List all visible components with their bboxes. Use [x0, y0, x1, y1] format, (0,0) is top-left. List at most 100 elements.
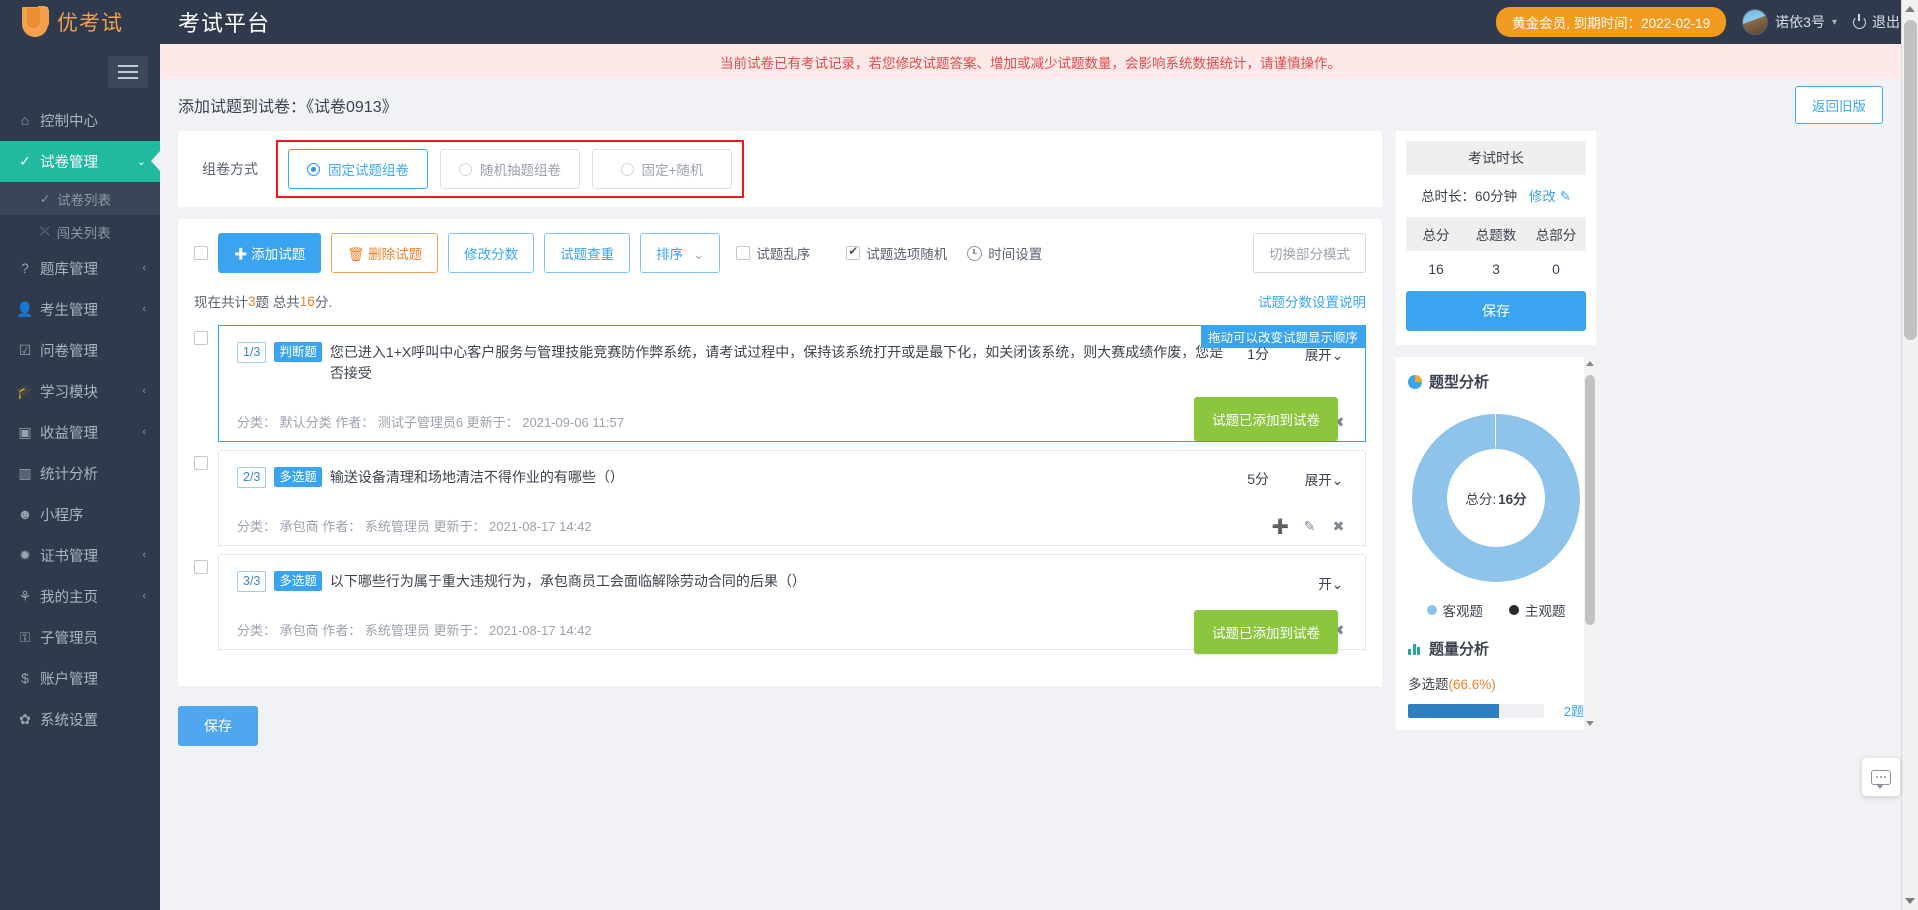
score-help-link[interactable]: 试题分数设置说明	[1258, 291, 1366, 311]
user-icon: 👤	[16, 300, 34, 317]
sidebar-item-label: 账户管理	[40, 671, 98, 688]
exam-duration-panel: 考试时长 总时长：60分钟 修改 ✎ 总分 总题数 总部分 16 3 0 保存	[1396, 131, 1596, 345]
edit-question-icon[interactable]: ✎	[1301, 518, 1318, 535]
radio-icon	[459, 162, 472, 176]
quantity-bar-count[interactable]: 2题	[1554, 701, 1584, 720]
vip-badge[interactable]: 黄金会员, 到期时间：2022-02-19	[1496, 7, 1727, 37]
logout-button[interactable]: 退出	[1853, 12, 1900, 32]
edit-duration-label: 修改	[1528, 189, 1556, 204]
paper-mode-highlight-box: 固定试题组卷 随机抽题组卷 固定+随机	[276, 140, 744, 198]
question-score: 5分	[1247, 471, 1269, 487]
sidebar-item-6[interactable]: ▣ 收益管理 ‹	[0, 412, 160, 453]
question-type-analysis-title: 题型分析	[1408, 371, 1584, 392]
sidebar-item-10[interactable]: ⚘ 我的主页 ‹	[0, 576, 160, 617]
remove-question-icon[interactable]: ✖	[1330, 518, 1347, 535]
shuffle-options-checkbox[interactable]	[846, 244, 861, 260]
sidebar-item-3[interactable]: 👤 考生管理 ‹	[0, 289, 160, 330]
certificate-icon: ✹	[19, 546, 31, 563]
sidebar-item-0[interactable]: ⌂ 控制中心	[0, 100, 160, 141]
question-expand-toggle[interactable]: 开⌄	[1318, 573, 1343, 593]
plus-icon: ✚	[234, 247, 248, 262]
add-to-paper-icon[interactable]: ➕	[1272, 518, 1289, 535]
check-circle-small-icon: ✓	[40, 191, 51, 206]
edit-duration-link[interactable]: 修改 ✎	[1529, 189, 1571, 204]
chevron-icon: ‹	[142, 426, 146, 438]
check-duplicate-button[interactable]: 试题查重	[544, 233, 631, 273]
mode-option-fixed[interactable]: 固定试题组卷	[288, 149, 428, 189]
select-all-checkbox[interactable]	[194, 246, 208, 260]
legend-item-subjective[interactable]: 主观题	[1509, 600, 1566, 620]
sidebar-item-label: 小程序	[40, 507, 84, 524]
add-question-button[interactable]: ✚ 添加试题	[218, 233, 322, 273]
sidebar-item-1[interactable]: ✓ 试卷管理 ⌄	[0, 141, 160, 182]
sidebar-item-7[interactable]: ▥ 统计分析	[0, 453, 160, 494]
bottom-save-button[interactable]: 保存	[178, 706, 258, 746]
sidebar-item-9[interactable]: ✹ 证书管理 ‹	[0, 535, 160, 576]
scroll-down-arrow-icon[interactable]	[1905, 898, 1915, 904]
mode-option-random[interactable]: 随机抽题组卷	[440, 149, 580, 189]
sidebar-item-8[interactable]: ☻ 小程序	[0, 494, 160, 535]
sidebar-subitem-0[interactable]: ✓ 试卷列表	[0, 182, 160, 215]
delete-question-button[interactable]: 🗑 删除试题	[331, 233, 439, 273]
time-settings-option[interactable]: 时间设置	[967, 243, 1042, 263]
summary-score: 16	[299, 293, 315, 309]
user-menu[interactable]: 诺依3号 ▾	[1742, 9, 1837, 35]
panel-scroll-thumb[interactable]	[1585, 375, 1595, 625]
sidebar-subitem-1[interactable]: ⤫ 闯关列表	[0, 215, 160, 248]
switch-part-mode-button[interactable]: 切换部分模式	[1253, 233, 1366, 273]
question-checkbox[interactable]	[194, 560, 208, 574]
chat-support-button[interactable]	[1862, 758, 1900, 796]
chevron-down-icon: ⌄	[1331, 473, 1343, 488]
panel-scrollbar[interactable]	[1584, 357, 1596, 730]
shuffle-questions-label: 试题乱序	[756, 247, 811, 262]
sidebar-item-11[interactable]: ⚿ 子管理员	[0, 617, 160, 658]
add-question-label: 添加试题	[251, 247, 306, 262]
page-scrollbar[interactable]	[1901, 0, 1918, 910]
sidebar-item-13[interactable]: ✿ 系统设置	[0, 699, 160, 740]
question-index: 1/3	[237, 342, 267, 363]
mode-option-mixed[interactable]: 固定+随机	[592, 149, 732, 189]
check-circle-icon: ✓	[19, 152, 31, 169]
panel-save-button[interactable]: 保存	[1406, 291, 1586, 331]
sidebar-item-label: 收益管理	[40, 425, 98, 442]
scroll-up-arrow-icon[interactable]	[1586, 361, 1594, 366]
sidebar-item-12[interactable]: $ 账户管理	[0, 658, 160, 699]
quantity-bar-row: 2题	[1408, 701, 1584, 720]
question-expand-toggle[interactable]: 展开⌄	[1305, 344, 1343, 364]
page-scroll-thumb[interactable]	[1904, 20, 1917, 340]
shuffle-questions-checkbox[interactable]	[736, 246, 751, 260]
sidebar-item-4[interactable]: ☑ 问卷管理	[0, 330, 160, 371]
legend-item-objective[interactable]: 客观题	[1426, 600, 1484, 620]
question-type-donut-chart: 总分: 16分	[1408, 414, 1584, 582]
legend-label-objective: 客观题	[1442, 604, 1484, 619]
question-head: 2/3 多选题 输送设备清理和场地清洁不得作业的有哪些（）	[237, 467, 1347, 488]
total-duration-label: 总时长：60分钟	[1421, 189, 1518, 204]
brand-logo[interactable]: 优考试	[0, 6, 160, 37]
sidebar-item-5[interactable]: 🎓 学习模块 ‹	[0, 371, 160, 412]
chevron-icon: ‹	[142, 303, 146, 315]
sidebar-item-label: 系统设置	[40, 712, 98, 729]
sidebar-item-2[interactable]: ? 题库管理 ‹	[0, 248, 160, 289]
sidebar-item-label: 问卷管理	[40, 343, 98, 360]
back-to-old-version-button[interactable]: 返回旧版	[1795, 86, 1883, 124]
question-row: 拖动可以改变试题显示顺序 1/3 判断题 您已进入1+X呼叫中心客户服务与管理技能竞赛…	[194, 325, 1366, 442]
question-checkbox[interactable]	[194, 456, 208, 470]
sidebar-item-label: 学习模块	[40, 384, 98, 401]
chevron-down-icon: ⌄	[692, 247, 705, 262]
shuffle-options-option[interactable]: 试题选项随机	[846, 243, 947, 263]
scroll-down-arrow-icon[interactable]	[1586, 721, 1594, 726]
question-expand-toggle[interactable]: 展开⌄	[1305, 469, 1343, 489]
hamburger-menu-icon[interactable]	[108, 56, 148, 88]
question-checkbox[interactable]	[194, 331, 208, 345]
delete-question-label: 删除试题	[368, 247, 423, 262]
modify-score-button[interactable]: 修改分数	[448, 233, 535, 273]
sidebar-subitem-label: 闯关列表	[56, 225, 111, 241]
chevron-down-icon: ⌄	[1331, 577, 1343, 592]
scroll-up-arrow-icon[interactable]	[1905, 6, 1915, 12]
sort-button[interactable]: 排序 ⌄	[640, 233, 721, 273]
shuffle-questions-option[interactable]: 试题乱序	[736, 243, 810, 263]
question-card[interactable]: 2/3 多选题 输送设备清理和场地清洁不得作业的有哪些（） 5分 展开⌄ 分类： 承包商 …	[218, 450, 1366, 546]
warning-text: 当前试卷已有考试记录，若您修改试题答案、增加或减少试题数量，会影响系统数据统计，…	[720, 55, 1341, 71]
donut-center-value: 16分	[1498, 492, 1527, 507]
pencil-icon: ✎	[1559, 189, 1571, 204]
